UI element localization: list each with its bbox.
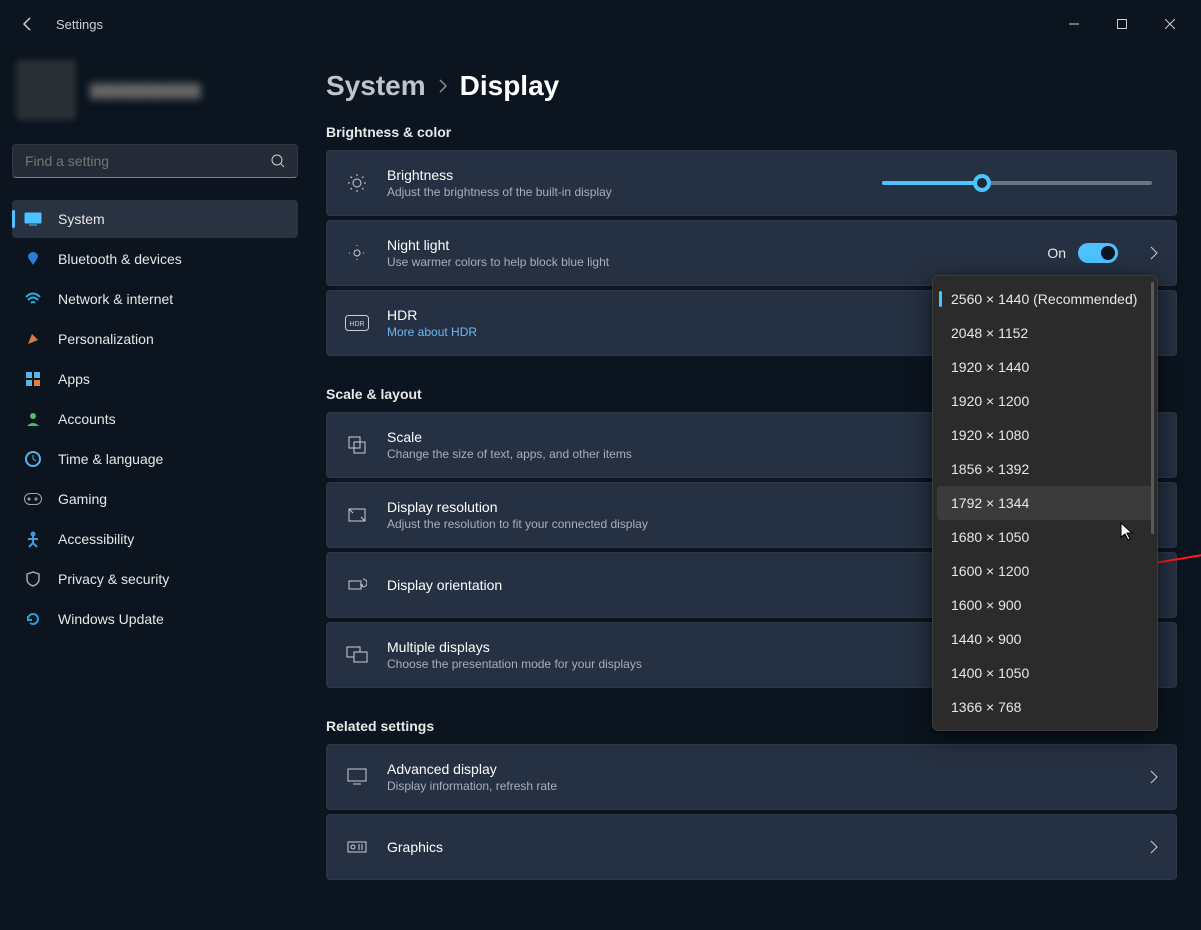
sidebar-item-label: Windows Update [58, 611, 164, 627]
sidebar-item-label: Accessibility [58, 531, 134, 547]
night-light-sub: Use warmer colors to help block blue lig… [387, 255, 1029, 269]
brightness-title: Brightness [387, 167, 864, 183]
window-title: Settings [56, 17, 103, 32]
night-light-icon [345, 241, 369, 265]
close-icon [1165, 19, 1175, 29]
chevron-right-icon [1150, 770, 1158, 784]
night-light-toggle[interactable] [1078, 243, 1118, 263]
nav-icon [24, 410, 42, 428]
sidebar-item-gaming[interactable]: Gaming [12, 480, 298, 518]
sidebar-item-label: Time & language [58, 451, 163, 467]
resolution-option[interactable]: 2048 × 1152 [937, 316, 1153, 350]
user-profile[interactable]: ████████████ [16, 56, 294, 124]
sidebar-item-apps[interactable]: Apps [12, 360, 298, 398]
sidebar-item-windows-update[interactable]: Windows Update [12, 600, 298, 638]
sidebar-item-label: Apps [58, 371, 90, 387]
search-input[interactable] [25, 153, 271, 169]
resolution-option[interactable]: 1920 × 1200 [937, 384, 1153, 418]
sidebar-item-accounts[interactable]: Accounts [12, 400, 298, 438]
resolution-dropdown[interactable]: 2560 × 1440 (Recommended)2048 × 11521920… [932, 275, 1158, 731]
sidebar-item-label: Bluetooth & devices [58, 251, 182, 267]
adv-title: Advanced display [387, 761, 1118, 777]
maximize-button[interactable] [1099, 8, 1145, 40]
search-box[interactable] [12, 144, 298, 178]
breadcrumb-current: Display [460, 70, 560, 102]
monitor-icon [345, 765, 369, 789]
nav-icon [24, 610, 42, 628]
chevron-right-icon [1150, 840, 1158, 854]
sidebar-item-accessibility[interactable]: Accessibility [12, 520, 298, 558]
night-light-title: Night light [387, 237, 1029, 253]
graphics-title: Graphics [387, 839, 1118, 855]
breadcrumb: System Display [326, 70, 1177, 102]
sidebar-item-label: Accounts [58, 411, 116, 427]
brightness-slider[interactable] [882, 181, 1152, 185]
nav-icon [24, 370, 42, 388]
resolution-icon [345, 503, 369, 527]
svg-text:HDR: HDR [349, 321, 364, 328]
brightness-card: Brightness Adjust the brightness of the … [326, 150, 1177, 216]
resolution-option[interactable]: 1856 × 1392 [937, 452, 1153, 486]
sidebar-item-system[interactable]: System [12, 200, 298, 238]
search-icon [271, 154, 285, 168]
brightness-sub: Adjust the brightness of the built-in di… [387, 185, 864, 199]
hdr-icon: HDR [345, 311, 369, 335]
nav-icon [24, 450, 42, 468]
sidebar-item-label: Personalization [58, 331, 154, 347]
back-button[interactable] [8, 4, 48, 44]
resolution-option[interactable]: 2560 × 1440 (Recommended) [937, 282, 1153, 316]
sidebar-item-label: Network & internet [58, 291, 173, 307]
graphics-card[interactable]: Graphics [326, 814, 1177, 880]
sidebar-item-network-internet[interactable]: Network & internet [12, 280, 298, 318]
breadcrumb-parent[interactable]: System [326, 70, 426, 102]
nav-icon [24, 250, 42, 268]
resolution-option[interactable]: 1920 × 1440 [937, 350, 1153, 384]
resolution-option[interactable]: 1792 × 1344 [937, 486, 1153, 520]
resolution-option[interactable]: 1440 × 900 [937, 622, 1153, 656]
sidebar-item-label: Privacy & security [58, 571, 169, 587]
sidebar: ████████████ System Bluetooth & devices Ne… [0, 48, 310, 930]
sun-icon [345, 171, 369, 195]
user-meta: ████████████ [90, 83, 201, 98]
nav-icon [24, 290, 42, 308]
resolution-option[interactable]: 1366 × 768 [937, 690, 1153, 724]
graphics-icon [345, 835, 369, 859]
adv-sub: Display information, refresh rate [387, 779, 1118, 793]
avatar [16, 60, 76, 120]
maximize-icon [1117, 19, 1127, 29]
sidebar-item-personalization[interactable]: Personalization [12, 320, 298, 358]
close-button[interactable] [1147, 8, 1193, 40]
orientation-icon [345, 573, 369, 597]
chevron-right-icon [438, 78, 448, 94]
nav-icon [24, 210, 42, 228]
resolution-option[interactable]: 1400 × 1050 [937, 656, 1153, 690]
sidebar-item-label: System [58, 211, 105, 227]
nav-icon [24, 330, 42, 348]
nav-icon [24, 570, 42, 588]
scale-icon [345, 433, 369, 457]
nav-icon [24, 490, 42, 508]
resolution-option[interactable]: 1600 × 1200 [937, 554, 1153, 588]
minimize-icon [1069, 19, 1079, 29]
multiple-displays-icon [345, 643, 369, 667]
sidebar-item-privacy-security[interactable]: Privacy & security [12, 560, 298, 598]
resolution-option[interactable]: 1920 × 1080 [937, 418, 1153, 452]
resolution-option[interactable]: 1600 × 900 [937, 588, 1153, 622]
section-brightness-color: Brightness & color [326, 124, 1177, 140]
nav-icon [24, 530, 42, 548]
minimize-button[interactable] [1051, 8, 1097, 40]
chevron-right-icon [1150, 246, 1158, 260]
night-light-state: On [1047, 245, 1066, 261]
sidebar-item-bluetooth-devices[interactable]: Bluetooth & devices [12, 240, 298, 278]
back-arrow-icon [20, 16, 36, 32]
resolution-option[interactable]: 1680 × 1050 [937, 520, 1153, 554]
sidebar-item-time-language[interactable]: Time & language [12, 440, 298, 478]
advanced-display-card[interactable]: Advanced display Display information, re… [326, 744, 1177, 810]
sidebar-item-label: Gaming [58, 491, 107, 507]
